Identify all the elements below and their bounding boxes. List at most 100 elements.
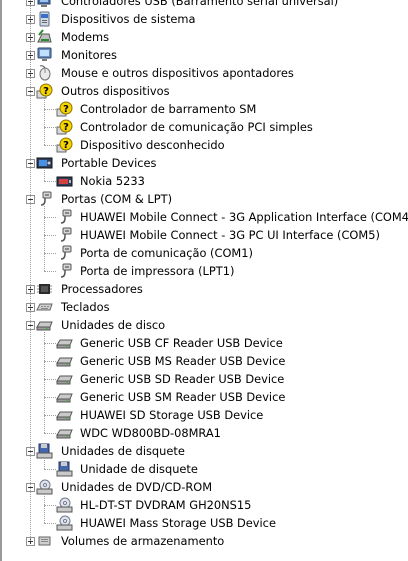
tree-item-label: Unidades de disco [61, 318, 166, 332]
tree-item-label: Teclados [61, 300, 110, 314]
modem-icon [36, 29, 53, 45]
tree-device-row[interactable]: Unidade de disquete [0, 460, 408, 478]
tree-item-label: Volumes de armazenamento [61, 534, 225, 548]
tree-connector-line [44, 181, 56, 182]
tree-device-row[interactable]: ? Controlador de barramento SM [0, 100, 408, 118]
tree-item-label: Porta de comunicação (COM1) [80, 246, 253, 260]
tree-category-row[interactable]: Mouse e outros dispositivos apontadores [0, 64, 408, 82]
tree-connector-line [44, 379, 56, 380]
tree-device-row[interactable]: HUAWEI Mobile Connect - 3G PC UI Interfa… [0, 226, 408, 244]
tree-device-row[interactable]: ? Controlador de comunicação PCI simples [0, 118, 408, 136]
tree-device-row[interactable]: Generic USB CF Reader USB Device [0, 334, 408, 352]
tree-connector-line [44, 469, 56, 470]
tree-connector-line [44, 235, 56, 236]
tree-category-row[interactable]: Monitores [0, 46, 408, 64]
tree-item-label: Generic USB MS Reader USB Device [80, 354, 286, 368]
svg-text:?: ? [43, 86, 49, 97]
tree-item-label: Portas (COM & LPT) [61, 192, 173, 206]
keyboard-icon [36, 299, 53, 315]
tree-device-row[interactable]: ? Dispositivo desconhecido [0, 136, 408, 154]
tree-device-row[interactable]: HUAWEI SD Storage USB Device [0, 406, 408, 424]
tree-category-row[interactable]: ? Outros dispositivos [0, 82, 408, 100]
port-icon [56, 245, 73, 261]
tree-item-label: Generic USB SD Reader USB Device [80, 372, 285, 386]
tree-category-row[interactable]: Volumes de armazenamento [0, 532, 408, 550]
tree-connector-line [44, 415, 56, 416]
tree-category-row[interactable]: Dispositivos de sistema [0, 10, 408, 28]
tree-root-line [30, 0, 31, 541]
disk-drive-icon [56, 425, 73, 441]
tree-category-row[interactable]: Modems [0, 28, 408, 46]
tree-branch-line [44, 98, 45, 145]
tree-item-label: HUAWEI Mobile Connect - 3G Application I… [80, 210, 408, 224]
computer-icon [36, 0, 53, 9]
tree-category-row[interactable]: Unidades de DVD/CD-ROM [0, 478, 408, 496]
tree-category-row[interactable]: Controladores USB (Barramento serial uni… [0, 0, 408, 10]
unknown-device-icon: ? [36, 83, 53, 99]
tree-item-label: HUAWEI SD Storage USB Device [80, 408, 264, 422]
tree-item-label: Processadores [61, 282, 143, 296]
unknown-device-icon: ? [56, 101, 73, 117]
tree-item-label: HUAWEI Mobile Connect - 3G PC UI Interfa… [80, 228, 380, 242]
disk-drive-icon [56, 353, 73, 369]
tree-branch-line [44, 458, 45, 469]
disk-drive-icon [56, 335, 73, 351]
device-manager-tree[interactable]: Controladores USB (Barramento serial uni… [0, 0, 408, 550]
tree-connector-line [44, 523, 56, 524]
tree-device-row[interactable]: Porta de impressora (LPT1) [0, 262, 408, 280]
tree-connector-line [44, 217, 56, 218]
tree-connector-line [44, 271, 56, 272]
tree-item-label: Monitores [61, 48, 117, 62]
tree-item-label: Unidade de disquete [80, 462, 198, 476]
tree-category-row[interactable]: Teclados [0, 298, 408, 316]
processor-icon [36, 281, 53, 297]
tree-branch-line [44, 170, 45, 181]
svg-text:?: ? [63, 122, 69, 133]
disk-drive-icon [56, 389, 73, 405]
tree-item-label: Dispositivo desconhecido [80, 138, 225, 152]
tree-item-label: Controlador de barramento SM [80, 102, 257, 116]
svg-text:?: ? [63, 104, 69, 115]
tree-category-row[interactable]: Unidades de disquete [0, 442, 408, 460]
tree-connector-line [44, 433, 56, 434]
phone-icon [56, 173, 73, 189]
storage-volume-icon [36, 533, 53, 549]
tree-device-row[interactable]: HUAWEI Mobile Connect - 3G Application I… [0, 208, 408, 226]
unknown-device-icon: ? [56, 119, 73, 135]
tree-device-row[interactable]: Generic USB MS Reader USB Device [0, 352, 408, 370]
tree-device-row[interactable]: Generic USB SD Reader USB Device [0, 370, 408, 388]
tree-device-row[interactable]: Generic USB SM Reader USB Device [0, 388, 408, 406]
tree-connector-line [44, 145, 56, 146]
tree-category-row[interactable]: Portas (COM & LPT) [0, 190, 408, 208]
dvd-drive-icon [36, 479, 53, 495]
tree-connector-line [44, 253, 56, 254]
tree-item-label: Portable Devices [61, 156, 157, 170]
tree-device-row[interactable]: HL-DT-ST DVDRAM GH20NS15 [0, 496, 408, 514]
tree-device-row[interactable]: Porta de comunicação (COM1) [0, 244, 408, 262]
disk-drive-icon [56, 407, 73, 423]
tree-item-label: Unidades de DVD/CD-ROM [61, 480, 213, 494]
tree-item-label: HUAWEI Mass Storage USB Device [80, 516, 276, 530]
tree-item-label: HL-DT-ST DVDRAM GH20NS15 [80, 498, 252, 512]
tree-category-row[interactable]: Unidades de disco [0, 316, 408, 334]
tree-item-label: Unidades de disquete [61, 444, 185, 458]
svg-text:?: ? [63, 140, 69, 151]
port-icon [56, 209, 73, 225]
tree-device-row[interactable]: Nokia 5233 [0, 172, 408, 190]
tree-branch-line [44, 206, 45, 271]
tree-item-label: Outros dispositivos [61, 84, 170, 98]
tree-device-row[interactable]: HUAWEI Mass Storage USB Device [0, 514, 408, 532]
tree-item-label: Controladores USB (Barramento serial uni… [61, 0, 339, 8]
tree-branch-line [44, 494, 45, 523]
tree-connector-line [44, 343, 56, 344]
tree-item-label: Modems [61, 30, 110, 44]
tree-item-label: Generic USB SM Reader USB Device [80, 390, 286, 404]
tree-category-row[interactable]: Portable Devices [0, 154, 408, 172]
tree-device-row[interactable]: WDC WD800BD-08MRA1 [0, 424, 408, 442]
tree-item-label: Porta de impressora (LPT1) [80, 264, 235, 278]
mouse-icon [36, 65, 53, 81]
floppy-drive-icon [36, 443, 53, 459]
tree-item-label: WDC WD800BD-08MRA1 [80, 426, 221, 440]
tree-category-row[interactable]: Processadores [0, 280, 408, 298]
disk-drive-icon [36, 317, 53, 333]
